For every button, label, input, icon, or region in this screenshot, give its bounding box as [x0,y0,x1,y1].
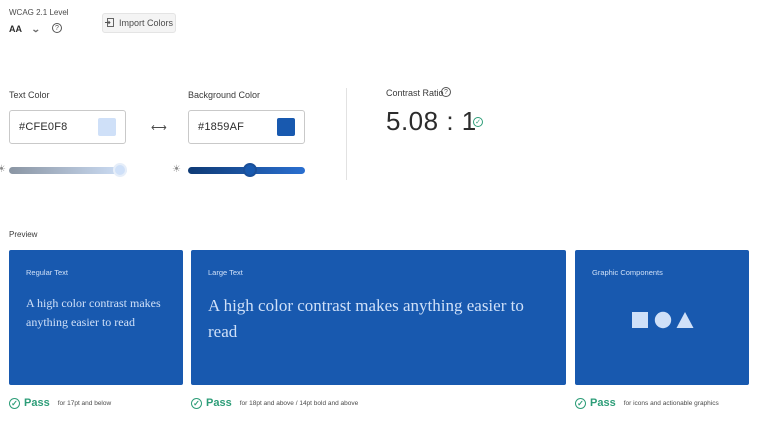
pass-label: Pass [590,397,616,409]
text-color-label: Text Color [9,90,50,100]
import-icon [104,17,114,29]
text-color-swatch[interactable] [98,118,116,136]
preview-label: Preview [9,230,38,239]
question-icon[interactable]: ? [441,87,451,97]
pass-row-large: ✓ Pass for 18pt and above / 14pt bold an… [191,397,358,409]
preview-card-regular: Regular Text A high color contrast makes… [9,250,183,385]
text-color-field[interactable]: #CFE0F8 [9,110,126,144]
text-color-slider-thumb[interactable] [113,163,127,177]
import-colors-label: Import Colors [118,18,173,28]
pass-row-regular: ✓ Pass for 17pt and below [9,397,111,409]
large-text-sample: A high color contrast makes anything eas… [208,296,524,341]
brightness-icon: ☀ [0,164,6,175]
check-circle-icon: ✓ [473,117,483,127]
background-color-swatch[interactable] [277,118,295,136]
pass-note: for 17pt and below [57,399,112,407]
pass-row-graphic: ✓ Pass for icons and actionable graphics [575,397,719,409]
background-color-field[interactable]: #1859AF [188,110,305,144]
import-colors-button[interactable]: Import Colors [102,13,176,33]
regular-text-sample: A high color contrast makes anything eas… [26,296,161,329]
text-color-value: #CFE0F8 [19,121,68,133]
background-color-value: #1859AF [198,121,245,133]
check-circle-icon: ✓ [191,397,202,409]
card-title: Graphic Components [592,268,663,277]
divider [346,88,347,180]
pass-note: for icons and actionable graphics [623,399,719,407]
question-icon[interactable]: ? [52,23,62,33]
contrast-ratio-value: 5.08 : 1 [386,106,477,136]
wcag-level-value: AA [9,24,22,34]
triangle-shape [676,312,694,328]
check-circle-icon: ✓ [9,397,20,409]
graphic-shapes [632,311,694,329]
wcag-level-select[interactable]: AA ⌄ [9,22,49,36]
card-title: Regular Text [26,268,68,277]
square-shape [632,312,648,328]
preview-card-large: Large Text A high color contrast makes a… [191,250,566,385]
pass-label: Pass [24,397,50,409]
background-color-slider-thumb[interactable] [243,163,257,177]
check-circle-icon: ✓ [575,397,586,409]
wcag-level-label: WCAG 2.1 Level [9,8,69,17]
swap-arrows-icon[interactable]: ⟷ [151,121,167,134]
preview-card-graphic: Graphic Components [575,250,749,385]
card-title: Large Text [208,268,243,277]
contrast-ratio-label: Contrast Ratio [386,88,444,98]
brightness-icon: ☀ [172,164,181,175]
background-color-label: Background Color [188,90,261,100]
chevron-down-icon: ⌄ [30,23,41,34]
pass-label: Pass [206,397,232,409]
circle-shape [654,311,672,329]
pass-note: for 18pt and above / 14pt bold and above [239,399,359,407]
text-color-slider[interactable] [9,167,127,174]
